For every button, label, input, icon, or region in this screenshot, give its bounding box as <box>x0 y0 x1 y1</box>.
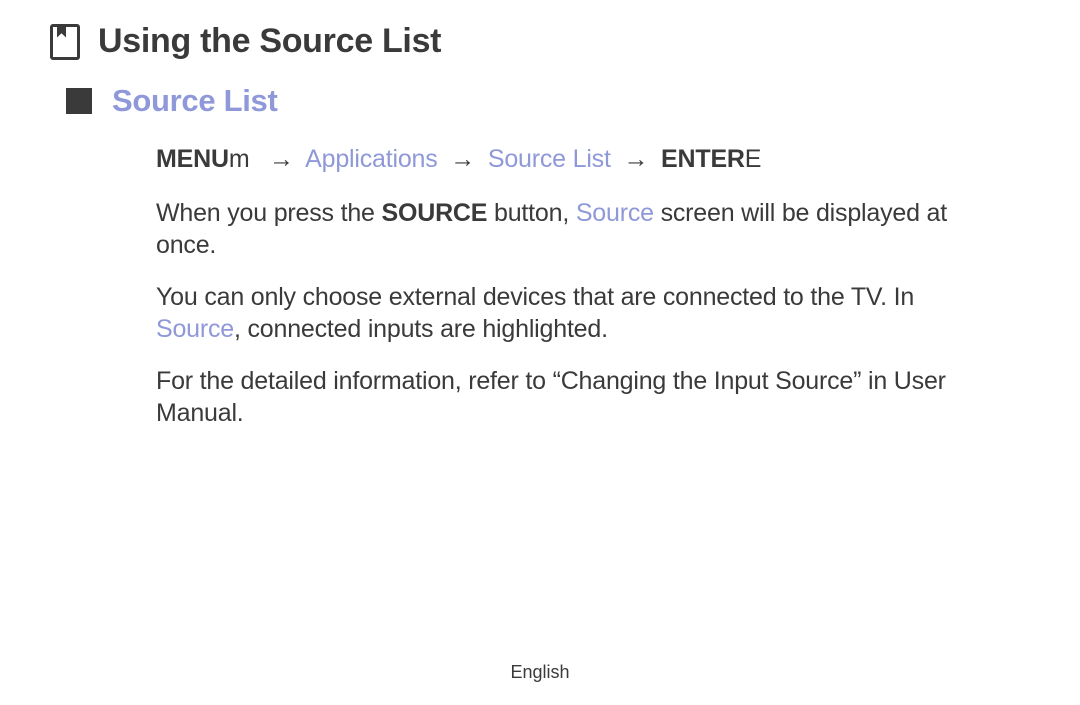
menu-path: MENUm → Applications → Source List → ENT… <box>156 143 1000 175</box>
paragraph-3: For the detailed information, refer to “… <box>156 365 1000 429</box>
paragraph-2: You can only choose external devices tha… <box>156 281 1000 345</box>
source-bold: SOURCE <box>382 199 488 227</box>
source-blue: Source <box>576 199 654 227</box>
page-title-row: Using the Source List <box>50 22 1000 61</box>
text-segment: You can only choose external devices tha… <box>156 283 914 311</box>
text-segment: , connected inputs are highlighted. <box>234 315 608 343</box>
paragraph-1: When you press the SOURCE button, Source… <box>156 197 1000 261</box>
enter-label-bold: ENTER <box>661 145 745 173</box>
arrow-icon: → <box>444 145 481 173</box>
square-bullet-icon <box>66 88 92 114</box>
page-title: Using the Source List <box>98 22 441 61</box>
text-segment: button, <box>487 199 576 227</box>
section-heading-row: Source List <box>66 83 1000 119</box>
section-heading: Source List <box>112 83 278 119</box>
menu-label-bold: MENU <box>156 145 229 173</box>
menu-label-small: m <box>229 145 250 173</box>
text-segment: When you press the <box>156 199 382 227</box>
content-body: MENUm → Applications → Source List → ENT… <box>156 143 1000 429</box>
manual-page: Using the Source List Source List MENUm … <box>0 0 1080 705</box>
arrow-icon: → <box>617 145 654 173</box>
arrow-icon: → <box>263 145 300 173</box>
nav-applications: Applications <box>305 145 437 173</box>
enter-label-tail: E <box>745 145 763 173</box>
bookmark-icon <box>50 24 80 60</box>
nav-source-list: Source List <box>488 145 611 173</box>
footer-language: English <box>0 662 1080 683</box>
source-blue: Source <box>156 315 234 343</box>
